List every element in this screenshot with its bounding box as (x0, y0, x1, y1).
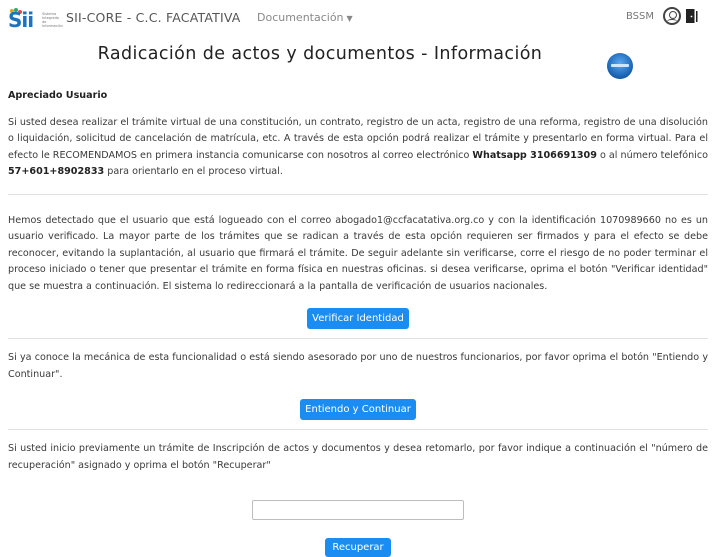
app-title[interactable]: SII-CORE - C.C. FACATATIVA (66, 10, 241, 25)
logo-text: Sii (8, 8, 34, 32)
divider (8, 338, 708, 339)
top-navbar: Sii Sistema Integrado de Información SII… (0, 0, 718, 34)
logout-door-icon[interactable] (685, 8, 699, 24)
recovery-paragraph: Si usted inicio previamente un trámite d… (8, 443, 708, 471)
security-badge-icon (607, 53, 633, 79)
continue-paragraph: Si ya conoce la mecánica de esta funcion… (8, 352, 708, 380)
logo-caption: Sistema Integrado de Información (42, 12, 63, 28)
user-initials[interactable]: BSSM (626, 11, 654, 22)
documentation-menu[interactable]: Documentación ▼ (257, 11, 353, 24)
page-title: Radicación de actos y documentos - Infor… (97, 44, 543, 64)
intro-paragraph: Si usted desea realizar el trámite virtu… (8, 115, 708, 181)
greeting-heading: Apreciado Usuario (8, 90, 108, 101)
verify-identity-button[interactable]: Verificar Identidad (307, 308, 409, 329)
recovery-number-input[interactable] (252, 500, 464, 520)
intro-text-2: o al número telefónico (596, 149, 708, 161)
divider (8, 193, 708, 195)
understand-continue-button[interactable]: Entiendo y Continuar (300, 399, 416, 420)
documentation-menu-label: Documentación (257, 11, 344, 24)
user-icon[interactable] (663, 7, 681, 25)
recover-button[interactable]: Recuperar (325, 538, 391, 557)
verification-paragraph: Hemos detectado que el usuario que está … (8, 214, 708, 292)
intro-text-3: para orientarlo en el proceso virtual. (104, 166, 283, 177)
sii-logo[interactable]: Sii Sistema Integrado de Información (8, 8, 63, 32)
main-content: Apreciado Usuario Si usted desea realiza… (8, 88, 708, 557)
caret-down-icon: ▼ (346, 14, 353, 23)
whatsapp-contact: Whatsapp 3106691309 (472, 149, 597, 161)
divider (8, 429, 708, 430)
phone-contact: 57+601+8902833 (8, 166, 105, 177)
